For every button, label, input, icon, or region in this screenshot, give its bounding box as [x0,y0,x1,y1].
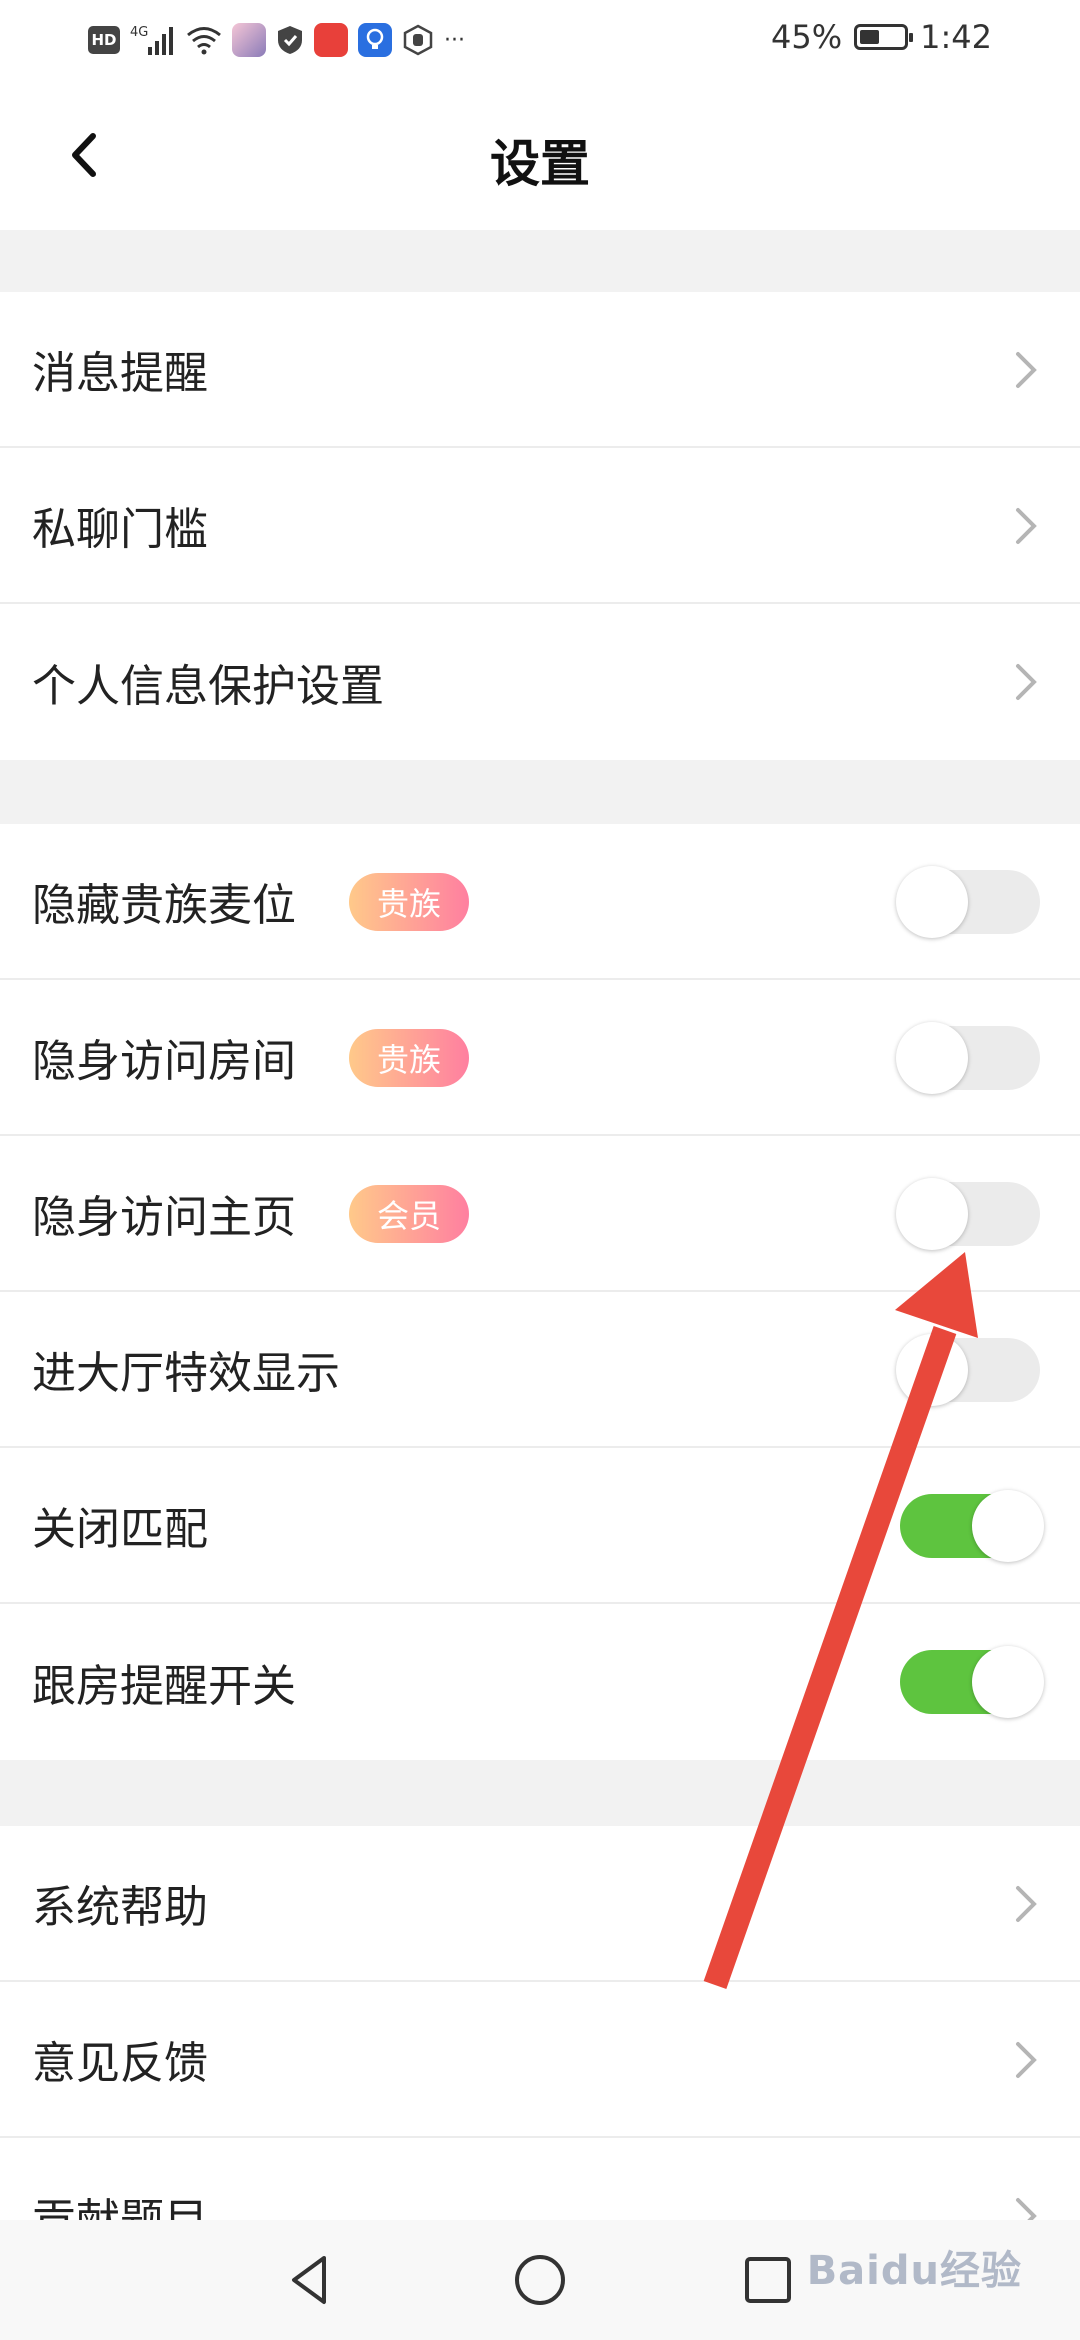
wifi-icon [186,20,222,60]
row-label: 关闭匹配 [32,1504,208,1555]
toggle-switch[interactable] [896,866,1040,938]
status-bar: HD 4G ··· 45% 1:42 [0,0,1080,80]
battery-percent: 45% [771,18,843,56]
settings-row-stealth-visit-homepage: 隐身访问主页 会员 [0,1136,1080,1292]
settings-row-lobby-effects: 进大厅特效显示 [0,1292,1080,1448]
settings-row-hide-noble-mic: 隐藏贵族麦位 贵族 [0,824,1080,980]
baidu-watermark: Baidu经验 [806,2248,1022,2294]
nav-home-icon[interactable] [510,2250,570,2310]
toggle-switch[interactable] [900,1490,1044,1562]
toggle-switch[interactable] [896,1178,1040,1250]
settings-row-private-chat-threshold[interactable]: 私聊门槛 [0,448,1080,604]
network-type-label: 4G [130,25,148,40]
row-label: 私聊门槛 [32,504,208,555]
toggle-knob [896,1022,968,1094]
settings-row-follow-room-reminder: 跟房提醒开关 [0,1604,1080,1760]
shield-icon [276,20,304,60]
toggle-knob [896,1178,968,1250]
nav-back-icon[interactable] [280,2250,340,2310]
bulb-app-icon [358,23,392,57]
row-label: 系统帮助 [32,1882,208,1933]
row-label: 隐身访问主页 [32,1192,296,1243]
chevron-right-icon [1016,2042,1037,2078]
settings-row-stealth-visit-room: 隐身访问房间 贵族 [0,980,1080,1136]
chevron-right-icon [1016,508,1037,544]
settings-row-privacy-protection[interactable]: 个人信息保护设置 [0,604,1080,760]
row-label: 跟房提醒开关 [32,1661,296,1712]
row-label: 意见反馈 [32,2038,208,2089]
page-title: 设置 [490,135,590,193]
nav-header: 设置 [0,80,1080,230]
huawei-store-icon [314,23,348,57]
chevron-right-icon [1016,664,1037,700]
toggle-switch[interactable] [896,1022,1040,1094]
settings-row-close-matching: 关闭匹配 [0,1448,1080,1604]
noble-badge: 贵族 [349,1029,469,1087]
chevron-right-icon [1016,1886,1037,1922]
clock: 1:42 [920,18,992,56]
settings-row-system-help[interactable]: 系统帮助 [0,1826,1080,1982]
toggle-switch[interactable] [896,1334,1040,1406]
row-label: 进大厅特效显示 [32,1348,340,1399]
chevron-right-icon [1016,352,1037,388]
toggle-knob [896,866,968,938]
anime-app-icon [232,23,266,57]
settings-group-2: 隐藏贵族麦位 贵族 隐身访问房间 贵族 隐身访问主页 会员 进大厅特效显示 关闭… [0,824,1080,1760]
nav-recents-icon[interactable] [738,2250,798,2310]
row-label: 个人信息保护设置 [32,661,384,712]
status-icons-left: HD 4G ··· [88,20,465,60]
toggle-knob [896,1334,968,1406]
row-label: 消息提醒 [32,348,208,399]
settings-row-message-reminder[interactable]: 消息提醒 [0,292,1080,448]
battery-icon [854,24,914,50]
row-label: 隐身访问房间 [32,1036,296,1087]
status-icons-right: 45% 1:42 [771,18,992,56]
cellular-signal-icon: 4G [130,20,176,60]
settings-group-1: 消息提醒 私聊门槛 个人信息保护设置 [0,292,1080,760]
hd-icon: HD [88,26,120,54]
toggle-knob [972,1646,1044,1718]
settings-row-feedback[interactable]: 意见反馈 [0,1982,1080,2138]
hand-hexagon-icon [402,20,434,60]
row-label: 隐藏贵族麦位 [32,880,296,931]
toggle-knob [972,1490,1044,1562]
toggle-switch[interactable] [900,1646,1044,1718]
member-badge: 会员 [349,1185,469,1243]
more-notifications-icon: ··· [444,27,465,53]
noble-badge: 贵族 [349,873,469,931]
